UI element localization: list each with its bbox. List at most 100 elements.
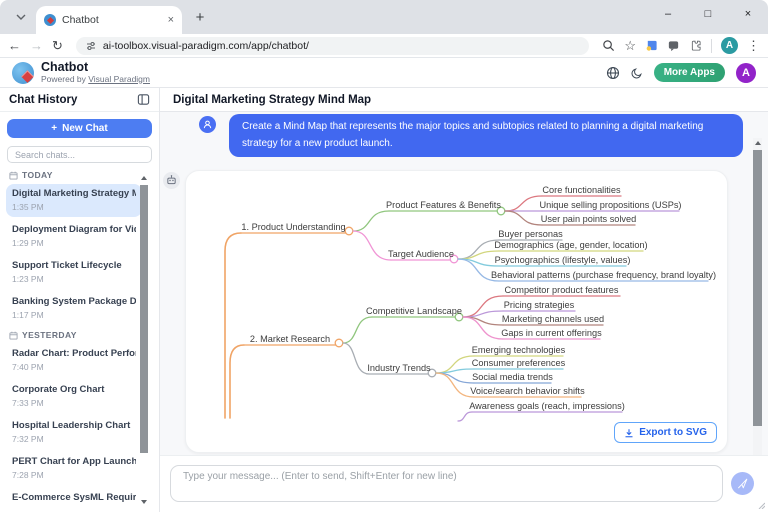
tab-close-icon[interactable]: × xyxy=(168,14,174,26)
message-input[interactable] xyxy=(170,465,723,502)
back-button[interactable]: ← xyxy=(8,39,21,52)
mindmap-connector xyxy=(353,211,389,231)
new-chat-button[interactable]: + New Chat xyxy=(7,119,152,138)
tab-title: Chatbot xyxy=(62,14,162,26)
sidebar-header: Chat History xyxy=(0,88,159,112)
chat-history-item[interactable]: Radar Chart: Product Perfor... 7:40 PM xyxy=(6,344,142,377)
scroll-down-icon[interactable] xyxy=(141,500,147,504)
assistant-message-avatar xyxy=(163,172,180,189)
app-subtitle: Powered by Visual Paradigm xyxy=(41,75,150,85)
dark-mode-moon-icon[interactable] xyxy=(631,67,643,79)
chat-item-title: Banking System Package Dia... xyxy=(12,296,136,307)
browser-menu-icon[interactable]: ⋮ xyxy=(747,39,760,52)
sidebar-scrollbar[interactable] xyxy=(140,173,148,507)
chat-history-item[interactable]: Banking System Package Dia... 1:17 PM xyxy=(6,292,142,325)
mindmap-node-dot xyxy=(345,227,353,235)
chat-item-time: 7:33 PM xyxy=(12,398,136,408)
chat-item-time: 1:29 PM xyxy=(12,238,136,248)
plus-icon: + xyxy=(51,123,57,134)
message-composer xyxy=(160,455,768,512)
account-avatar[interactable]: A xyxy=(736,63,756,83)
scroll-up-icon[interactable] xyxy=(755,141,761,145)
mindmap-node-label: Marketing channels used xyxy=(502,314,604,324)
chat-messages-area: Create a Mind Map that represents the ma… xyxy=(160,112,768,455)
chat-item-time: 7:32 PM xyxy=(12,434,136,444)
extensions-puzzle-icon[interactable] xyxy=(689,39,702,52)
globe-icon[interactable] xyxy=(606,66,620,80)
mindmap-svg: 1. Product Understanding2. Market Resear… xyxy=(186,171,729,454)
mindmap-node-label: Unique selling propositions (USPs) xyxy=(540,200,682,210)
chat-history-item[interactable]: Hospital Leadership Chart 7:32 PM xyxy=(6,416,142,449)
app-header-actions: More Apps A xyxy=(606,63,756,83)
chat-item-time: 7:40 PM xyxy=(12,362,136,372)
robot-icon xyxy=(166,175,177,186)
mindmap-connector xyxy=(353,231,391,260)
mindmap-node-label: Industry Trends xyxy=(367,363,431,373)
mindmap-root-branch xyxy=(230,345,244,418)
collapse-sidebar-icon[interactable] xyxy=(137,93,150,106)
mindmap-connector xyxy=(343,343,369,374)
chat-item-title: Hospital Leadership Chart xyxy=(12,420,136,431)
maximize-button[interactable]: □ xyxy=(688,0,728,28)
mindmap-connector xyxy=(458,412,472,421)
chat-item-title: Radar Chart: Product Perfor... xyxy=(12,348,136,359)
chat-history-item[interactable]: Support Ticket Lifecycle1:23 PM xyxy=(6,256,142,289)
zoom-icon[interactable] xyxy=(602,39,615,52)
chat-list: TODAY Digital Marketing Strategy M...1:35… xyxy=(0,170,159,508)
chat-extension-icon[interactable] xyxy=(667,39,680,52)
browser-tab[interactable]: Chatbot × xyxy=(36,6,182,34)
mindmap-connector xyxy=(505,196,542,211)
resize-grip-icon[interactable] xyxy=(757,501,765,509)
chat-item-title: PERT Chart for App Launch xyxy=(12,456,136,467)
chat-scrollbar-thumb[interactable] xyxy=(753,150,762,426)
minimize-button[interactable]: – xyxy=(648,0,688,28)
browser-window: Chatbot × + – □ × ← → ↻ ai-toolbox.visua… xyxy=(0,0,768,512)
mindmap-node-label: 2. Market Research xyxy=(250,334,330,344)
visual-paradigm-link[interactable]: Visual Paradigm xyxy=(88,74,150,84)
chat-item-time: 1:17 PM xyxy=(12,310,136,320)
browser-toolbar: ← → ↻ ai-toolbox.visual-paradigm.com/app… xyxy=(0,34,768,58)
user-message-avatar xyxy=(199,116,216,133)
chat-history-item[interactable]: Deployment Diagram for Vid... 1:29 PM xyxy=(6,220,142,253)
chat-scrollbar[interactable] xyxy=(753,138,762,455)
close-button[interactable]: × xyxy=(728,0,768,28)
app-header: Chatbot Powered by Visual Paradigm More … xyxy=(0,58,768,88)
window-controls: – □ × xyxy=(648,0,768,28)
scroll-up-icon[interactable] xyxy=(141,176,147,180)
export-svg-button[interactable]: Export to SVG xyxy=(614,422,717,443)
chat-item-title: Corporate Org Chart xyxy=(12,384,136,395)
mindmap-connector xyxy=(343,317,372,343)
tab-search-button[interactable] xyxy=(8,4,34,30)
more-apps-button[interactable]: More Apps xyxy=(654,63,725,82)
chat-history-item[interactable]: Corporate Org Chart 7:33 PM xyxy=(6,380,142,413)
send-button[interactable] xyxy=(731,472,754,495)
chat-item-time: 1:35 PM xyxy=(12,202,136,212)
mindmap-node-label: Emerging technologies xyxy=(472,345,566,355)
section-label-text: TODAY xyxy=(22,170,53,180)
mindmap-root-branch xyxy=(225,233,241,418)
sidebar-scrollbar-thumb[interactable] xyxy=(140,185,148,453)
section-label-text: YESTERDAY xyxy=(22,330,77,340)
mindmap-connector xyxy=(463,311,503,317)
calendar-icon xyxy=(9,171,18,180)
browser-profile-avatar[interactable]: A xyxy=(721,37,738,54)
sidebar-title: Chat History xyxy=(9,94,77,106)
extension-lens-icon[interactable] xyxy=(645,39,658,52)
chat-history-sidebar: Chat History + New Chat TODAY Digital Mar… xyxy=(0,88,160,512)
chat-item-time: 7:28 PM xyxy=(12,470,136,480)
new-tab-button[interactable]: + xyxy=(188,5,212,29)
visual-paradigm-logo xyxy=(12,62,34,84)
chat-history-item[interactable]: PERT Chart for App Launch 7:28 PM xyxy=(6,452,142,485)
mindmap-node-dot xyxy=(335,339,343,347)
url-bar[interactable]: ai-toolbox.visual-paradigm.com/app/chatb… xyxy=(76,37,589,55)
chat-history-item[interactable]: Digital Marketing Strategy M...1:35 PM xyxy=(6,184,142,217)
send-plane-icon xyxy=(737,478,748,489)
reload-button[interactable]: ↻ xyxy=(52,39,63,52)
app-body: Chat History + New Chat TODAY Digital Mar… xyxy=(0,88,768,512)
bookmark-star-icon[interactable]: ☆ xyxy=(624,39,636,52)
search-input[interactable] xyxy=(7,146,152,163)
chat-history-item[interactable]: E-Commerce SysML Require... xyxy=(6,488,142,508)
chat-item-title: Deployment Diagram for Vid... xyxy=(12,224,136,235)
calendar-icon xyxy=(9,331,18,340)
forward-button[interactable]: → xyxy=(30,39,43,52)
